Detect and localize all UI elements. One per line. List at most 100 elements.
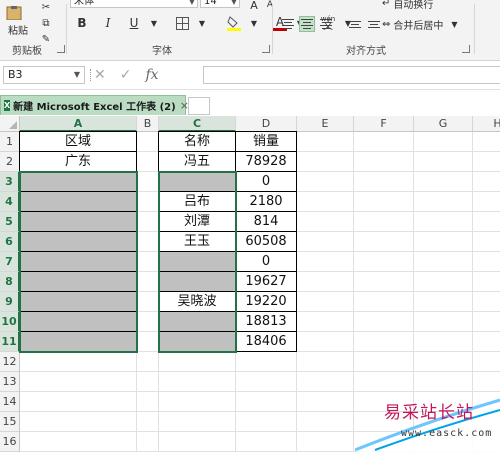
cell-b12[interactable] bbox=[137, 352, 159, 372]
shrink-font-icon[interactable]: A bbox=[260, 0, 280, 14]
cell-f12[interactable] bbox=[354, 352, 414, 372]
cell-f3[interactable] bbox=[354, 172, 414, 192]
column-header-h[interactable]: H bbox=[473, 116, 500, 132]
cell-g11[interactable] bbox=[414, 332, 473, 352]
workbook-tab[interactable]: X 新建 Microsoft Excel 工作表 (2) × bbox=[0, 95, 189, 115]
fill-color-button[interactable] bbox=[224, 14, 244, 32]
row-header-8[interactable]: 8 bbox=[0, 272, 20, 292]
cell-g5[interactable] bbox=[414, 212, 473, 232]
sales-cell[interactable]: 0 bbox=[235, 251, 297, 272]
cell-e16[interactable] bbox=[297, 432, 354, 452]
cell-b16[interactable] bbox=[137, 432, 159, 452]
bold-button[interactable]: B bbox=[72, 14, 92, 32]
cancel-icon[interactable]: ✕ bbox=[94, 67, 106, 83]
region-cell[interactable] bbox=[19, 211, 137, 232]
cell-d14[interactable] bbox=[236, 392, 297, 412]
sales-cell[interactable]: 0 bbox=[235, 171, 297, 192]
cell-e11[interactable] bbox=[297, 332, 354, 352]
cell-h10[interactable] bbox=[473, 312, 500, 332]
cell-c14[interactable] bbox=[159, 392, 236, 412]
cell-b9[interactable] bbox=[137, 292, 159, 312]
cell-b7[interactable] bbox=[137, 252, 159, 272]
cell-h5[interactable] bbox=[473, 212, 500, 232]
region-cell[interactable] bbox=[19, 231, 137, 252]
name-cell[interactable]: 冯五 bbox=[158, 151, 236, 172]
clipboard-launcher-icon[interactable] bbox=[57, 45, 65, 53]
column-header-c[interactable]: C bbox=[159, 116, 236, 132]
cell-h12[interactable] bbox=[473, 352, 500, 372]
column-header-b[interactable]: B bbox=[137, 116, 159, 132]
cell-e15[interactable] bbox=[297, 412, 354, 432]
cell-f4[interactable] bbox=[354, 192, 414, 212]
cell-h6[interactable] bbox=[473, 232, 500, 252]
cell-f5[interactable] bbox=[354, 212, 414, 232]
sales-cell[interactable]: 18406 bbox=[235, 331, 297, 352]
alignment-launcher-icon[interactable] bbox=[462, 45, 470, 53]
row-header-1[interactable]: 1 bbox=[0, 132, 20, 152]
cell-g3[interactable] bbox=[414, 172, 473, 192]
cell-d12[interactable] bbox=[236, 352, 297, 372]
paste-button[interactable] bbox=[4, 6, 26, 20]
region-cell[interactable] bbox=[19, 331, 137, 352]
cell-g1[interactable] bbox=[414, 132, 473, 152]
font-launcher-icon[interactable] bbox=[262, 45, 270, 53]
row-header-2[interactable]: 2 bbox=[0, 152, 20, 172]
row-header-6[interactable]: 6 bbox=[0, 232, 20, 252]
cell-b1[interactable] bbox=[137, 132, 159, 152]
cell-d13[interactable] bbox=[236, 372, 297, 392]
region-cell[interactable] bbox=[19, 171, 137, 192]
sales-cell[interactable]: 814 bbox=[235, 211, 297, 232]
row-header-14[interactable]: 14 bbox=[0, 392, 20, 412]
header-cell-name[interactable]: 名称 bbox=[158, 131, 236, 152]
cell-c12[interactable] bbox=[159, 352, 236, 372]
cell-f8[interactable] bbox=[354, 272, 414, 292]
formula-splitter[interactable] bbox=[90, 69, 93, 81]
cell-g12[interactable] bbox=[414, 352, 473, 372]
sales-cell[interactable]: 60508 bbox=[235, 231, 297, 252]
column-header-f[interactable]: F bbox=[354, 116, 414, 132]
header-cell-sales[interactable]: 销量 bbox=[235, 131, 297, 152]
cell-a15[interactable] bbox=[20, 412, 137, 432]
name-cell[interactable] bbox=[158, 251, 236, 272]
underline-button[interactable]: U bbox=[124, 14, 144, 32]
cell-d15[interactable] bbox=[236, 412, 297, 432]
cell-b10[interactable] bbox=[137, 312, 159, 332]
cell-h9[interactable] bbox=[473, 292, 500, 312]
column-header-a[interactable]: A bbox=[20, 116, 137, 132]
cell-e10[interactable] bbox=[297, 312, 354, 332]
row-header-10[interactable]: 10 bbox=[0, 312, 20, 332]
cell-f7[interactable] bbox=[354, 252, 414, 272]
formula-input[interactable] bbox=[203, 66, 500, 84]
align-center-button[interactable] bbox=[299, 16, 315, 32]
cell-g7[interactable] bbox=[414, 252, 473, 272]
name-box[interactable]: B3 ▼ bbox=[3, 66, 85, 84]
align-right-button[interactable] bbox=[318, 16, 334, 32]
row-header-3[interactable]: 3 bbox=[0, 172, 20, 192]
font-name-select[interactable]: 宋体 ▼ bbox=[70, 0, 198, 8]
region-cell[interactable] bbox=[19, 191, 137, 212]
cell-e13[interactable] bbox=[297, 372, 354, 392]
merge-center-button[interactable]: ⇔ 合并后居中 ▼ bbox=[380, 15, 460, 33]
cell-b14[interactable] bbox=[137, 392, 159, 412]
cell-c15[interactable] bbox=[159, 412, 236, 432]
insert-function-icon[interactable]: fx bbox=[145, 67, 158, 83]
row-header-11[interactable]: 11 bbox=[0, 332, 20, 352]
cell-e5[interactable] bbox=[297, 212, 354, 232]
chevron-down-icon[interactable]: ▼ bbox=[244, 14, 264, 32]
row-header-12[interactable]: 12 bbox=[0, 352, 20, 372]
cell-e9[interactable] bbox=[297, 292, 354, 312]
cell-a12[interactable] bbox=[20, 352, 137, 372]
cell-b6[interactable] bbox=[137, 232, 159, 252]
sales-cell[interactable]: 18813 bbox=[235, 311, 297, 332]
cell-f10[interactable] bbox=[354, 312, 414, 332]
region-cell[interactable]: 广东 bbox=[19, 151, 137, 172]
align-left-button[interactable] bbox=[280, 16, 296, 32]
name-cell[interactable] bbox=[158, 331, 236, 352]
region-cell[interactable] bbox=[19, 311, 137, 332]
cell-b5[interactable] bbox=[137, 212, 159, 232]
cell-b15[interactable] bbox=[137, 412, 159, 432]
row-header-4[interactable]: 4 bbox=[0, 192, 20, 212]
cell-f6[interactable] bbox=[354, 232, 414, 252]
cell-f2[interactable] bbox=[354, 152, 414, 172]
cell-d16[interactable] bbox=[236, 432, 297, 452]
